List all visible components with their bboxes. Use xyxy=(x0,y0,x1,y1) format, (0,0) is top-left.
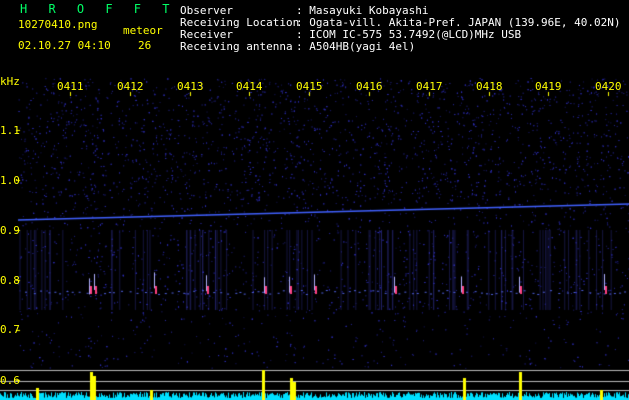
y-tick-0-8: 0.8 xyxy=(0,274,20,287)
time-tick-0420: 0420 xyxy=(595,80,622,93)
y-tick-0-6: 0.6 xyxy=(0,374,20,387)
time-tick-0418: 0418 xyxy=(476,80,503,93)
meteor-label: meteor xyxy=(123,24,163,37)
time-tick-0411: 0411 xyxy=(57,80,84,93)
y-tick-0-9: 0.9 xyxy=(0,224,20,237)
y-tick-0-7: 0.7 xyxy=(0,323,20,336)
datetime-label: 02.10.27 04:10 xyxy=(18,39,111,52)
time-tick-0414: 0414 xyxy=(236,80,263,93)
time-tick-0415: 0415 xyxy=(296,80,323,93)
time-tick-0413: 0413 xyxy=(177,80,204,93)
meteor-count: 26 xyxy=(138,39,152,52)
filename-label: 10270410.png xyxy=(18,18,98,31)
axis-unit-label: kHz xyxy=(0,75,20,88)
y-tick-1-1: 1.1 xyxy=(0,124,20,137)
spectrogram-canvas xyxy=(0,0,629,400)
antenna-value: : A504HB(yagi 4el) xyxy=(296,40,416,53)
time-tick-0417: 0417 xyxy=(416,80,443,93)
time-tick-0416: 0416 xyxy=(356,80,383,93)
hrofft-window: H R O F F T 10270410.png 02.10.27 04:10 … xyxy=(0,0,629,400)
time-tick-0419: 0419 xyxy=(535,80,562,93)
time-tick-0412: 0412 xyxy=(117,80,144,93)
y-tick-1-0: 1.0 xyxy=(0,174,20,187)
antenna-label: Receiving antenna xyxy=(180,40,293,53)
app-title: H R O F F T xyxy=(20,2,177,16)
